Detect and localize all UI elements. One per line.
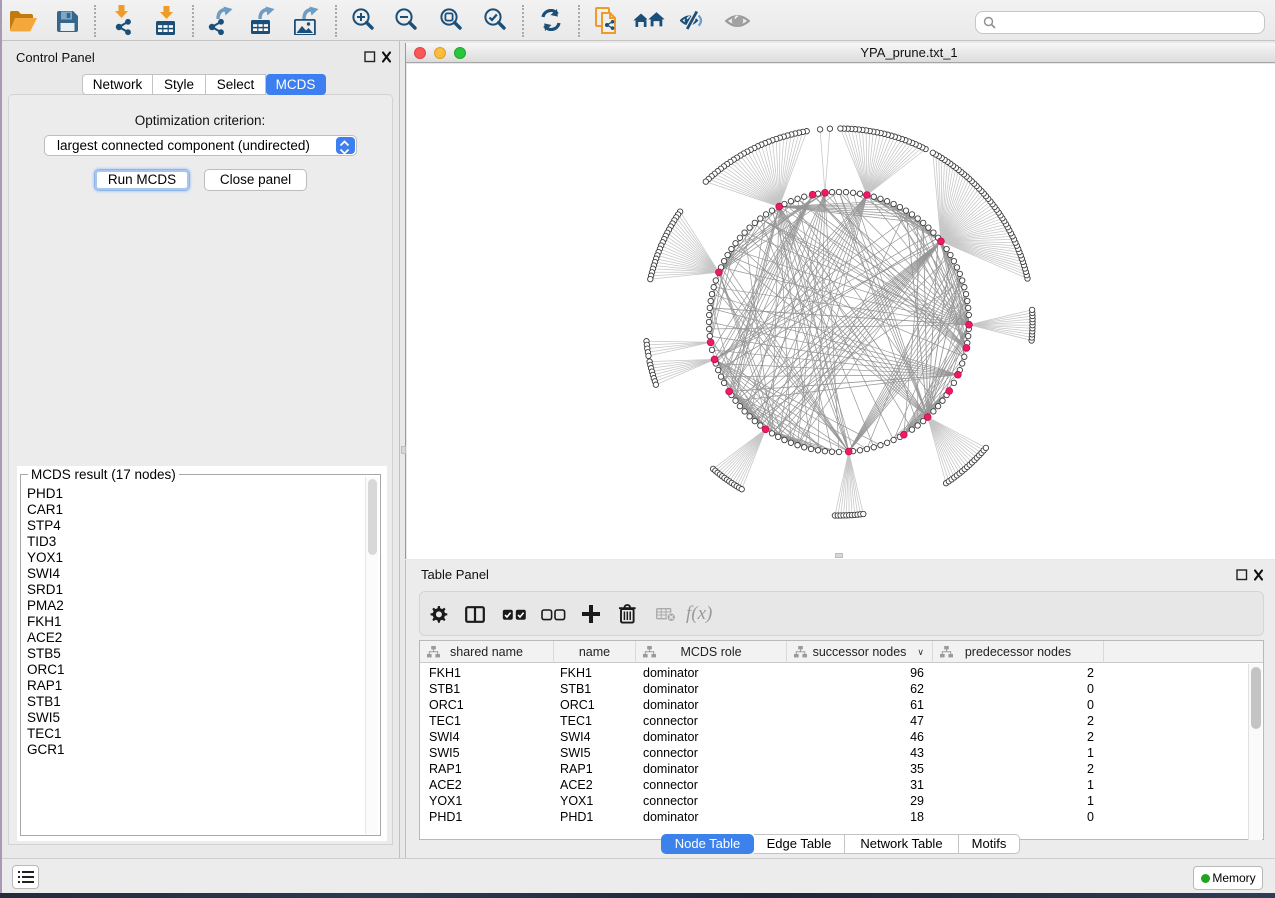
svg-text:f(x): f(x) [686,604,712,624]
